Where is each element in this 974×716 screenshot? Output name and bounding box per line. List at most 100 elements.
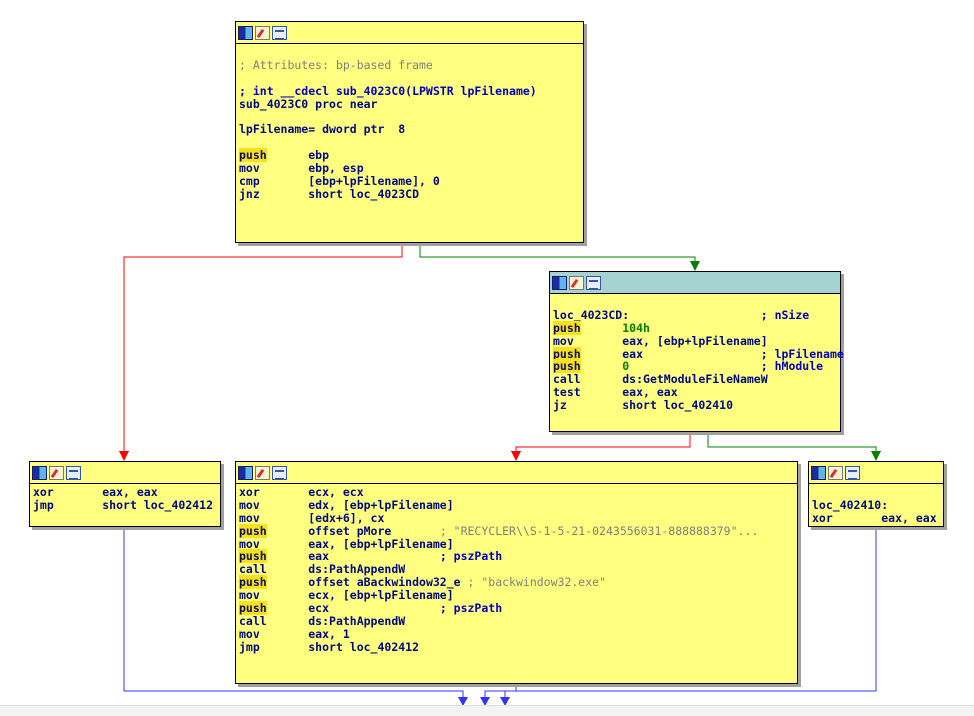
asm-line[interactable]: jmp short loc_402412 [33,498,220,512]
node-loc-402410[interactable]: loc_402410: xor eax, eax [808,461,944,527]
node-body[interactable]: xor eax, eax jmp short loc_402412 [30,484,220,512]
asm-line[interactable]: jnz short loc_4023CD [239,187,583,201]
mnemonic[interactable]: push [239,148,267,163]
operand[interactable]: short loc_4023CD [308,187,419,201]
comment[interactable]: ; pszPath [440,601,502,615]
mnemonic[interactable]: push [239,549,267,564]
list-view-icon[interactable] [845,465,860,480]
mnemonic[interactable]: mov [239,511,260,525]
mnemonic[interactable]: call [239,562,267,576]
node-path-append-block[interactable]: xor ecx, ecx mov edx, [ebp+lpFilename] mov… [235,461,798,684]
operand[interactable]: ecx [308,601,329,615]
mnemonic[interactable]: mov [239,627,260,641]
mnemonic[interactable]: mov [239,588,260,602]
mnemonic[interactable]: push [239,523,267,538]
mnemonic[interactable]: jnz [239,187,260,201]
mnemonic[interactable]: mov [239,161,260,175]
list-view-icon[interactable] [586,275,601,290]
comment[interactable]: ; "backwindow32.exe" [468,575,606,589]
graph-icon[interactable] [238,25,253,40]
mnemonic[interactable]: push [239,601,267,616]
comment[interactable]: ; nSize [761,308,809,322]
mnemonic[interactable]: cmp [239,174,260,188]
node-sub-4023C0[interactable]: ; Attributes: bp-based frame ; int __cdec… [235,21,584,243]
mnemonic[interactable]: call [553,372,581,386]
node-header[interactable] [236,462,797,484]
operand[interactable]: short loc_402412 [308,640,419,654]
node-body[interactable]: ; Attributes: bp-based frame ; int __cdec… [236,44,583,201]
asm-line[interactable]: lpFilename= dword ptr 8 [239,123,583,136]
operand[interactable]: eax, eax [102,485,157,499]
node-loc-4023CD[interactable]: loc_4023CD: ; nSize push 104h mov eax, [eb… [549,271,844,432]
graph-icon[interactable] [552,275,567,290]
mnemonic[interactable]: jmp [33,498,54,512]
code-text[interactable]: ; int __cdecl sub_4023C0(LPWSTR lpFilena… [239,84,537,98]
operand[interactable]: ecx, [ebp+lpFilename] [308,588,453,602]
code-label[interactable]: loc_4023CD: [553,308,629,322]
edit-color-icon[interactable] [49,465,64,480]
operand[interactable]: eax, eax [622,385,677,399]
operand[interactable]: [ebp+lpFilename], 0 [308,174,440,188]
operand[interactable]: ds:GetModuleFileNameW [622,372,767,386]
list-view-icon[interactable] [272,25,287,40]
operand[interactable]: eax, [ebp+lpFilename] [308,537,453,551]
comment[interactable]: ; "RECYCLER\\S-1-5-21-0243556031-8888883… [440,524,759,538]
operand[interactable]: short loc_402410 [622,398,733,412]
operand[interactable]: 104h [622,321,650,335]
operand[interactable]: eax, 1 [308,627,350,641]
operand[interactable]: ebp [308,148,329,162]
asm-line[interactable]: jz short loc_402410 [553,399,840,412]
mnemonic[interactable]: xor [33,485,54,499]
operand[interactable]: ds:PathAppendW [308,614,405,628]
graph-icon[interactable] [238,465,253,480]
asm-line[interactable]: ; Attributes: bp-based frame [239,58,583,72]
graph-view-canvas[interactable]: ; Attributes: bp-based frame ; int __cdec… [0,0,974,716]
list-view-icon[interactable] [66,465,81,480]
node-header[interactable] [30,462,220,484]
list-view-icon[interactable] [272,465,287,480]
asm-line[interactable]: xor eax, eax [812,511,943,525]
node-body[interactable]: loc_4023CD: ; nSize push 104h mov eax, [eb… [550,294,844,412]
operand[interactable]: ecx, ecx [308,485,363,499]
code-text[interactable]: loc_402410: [812,498,888,512]
edit-color-icon[interactable] [255,465,270,480]
asm-line[interactable]: sub_4023C0 proc near [239,97,583,111]
comment[interactable]: ; lpFilename [761,347,844,361]
mnemonic[interactable]: mov [553,334,574,348]
operand[interactable]: eax [308,549,329,563]
node-body[interactable]: xor ecx, ecx mov edx, [ebp+lpFilename] mov… [236,484,797,654]
mnemonic[interactable]: xor [812,511,833,525]
operand[interactable]: short loc_402412 [102,498,213,512]
operand[interactable]: ebp, esp [308,161,363,175]
operand[interactable]: eax, [ebp+lpFilename] [622,334,767,348]
node-header[interactable] [236,22,583,44]
operand[interactable]: offset pMore [308,524,391,538]
graph-icon[interactable] [32,465,47,480]
graph-icon[interactable] [811,465,826,480]
mnemonic[interactable]: push [239,575,267,590]
node-body[interactable]: loc_402410: xor eax, eax [809,484,943,525]
operand[interactable]: eax, eax [881,511,936,525]
comment[interactable]: ; Attributes: bp-based frame [239,58,433,72]
mnemonic[interactable]: test [553,385,581,399]
mnemonic[interactable]: call [239,614,267,628]
node-header[interactable] [550,272,840,294]
node-header[interactable] [809,462,943,484]
code-text[interactable]: sub_4023C0 proc near [239,97,377,111]
operand[interactable]: offset aBackwindow32_e [308,575,460,589]
comment[interactable]: ; hModule [761,359,823,373]
mnemonic[interactable]: jmp [239,640,260,654]
edit-color-icon[interactable] [255,25,270,40]
mnemonic[interactable]: push [553,320,581,335]
node-null-branch[interactable]: xor eax, eax jmp short loc_402412 [29,461,221,527]
asm-line[interactable]: jmp short loc_402412 [239,640,797,654]
mnemonic[interactable]: xor [239,485,260,499]
comment[interactable]: ; pszPath [440,549,502,563]
operand[interactable]: eax [622,347,643,361]
operand[interactable]: edx, [ebp+lpFilename] [308,498,453,512]
mnemonic[interactable]: jz [553,398,567,412]
code-text[interactable]: lpFilename= dword ptr 8 [239,122,405,136]
operand[interactable]: [edx+6], cx [308,511,384,525]
edit-color-icon[interactable] [569,275,584,290]
mnemonic[interactable]: push [553,346,581,361]
